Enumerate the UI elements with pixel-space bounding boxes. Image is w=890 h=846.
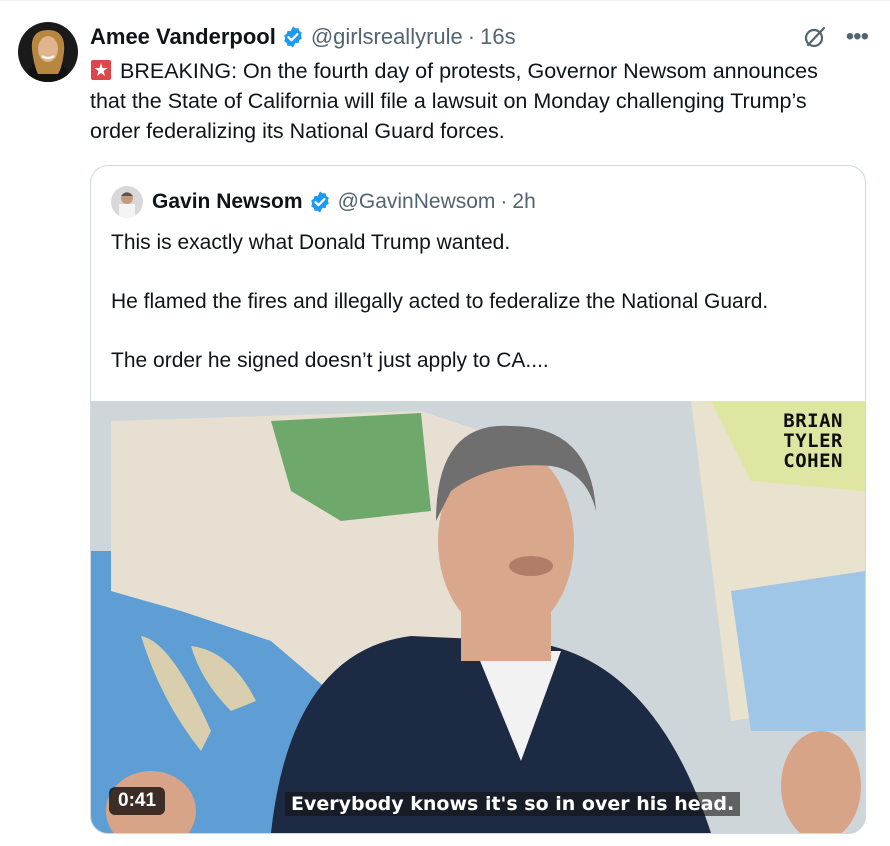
- video-duration-badge: 0:41: [109, 787, 166, 815]
- more-icon[interactable]: •••: [846, 22, 869, 52]
- watermark-line: COHEN: [783, 450, 843, 472]
- quoted-header-separator: ·: [500, 190, 508, 213]
- video-frame: [91, 401, 865, 833]
- quoted-paragraph: The order he signed doesn’t just apply t…: [111, 349, 549, 372]
- quoted-paragraph: This is exactly what Donald Trump wanted…: [111, 231, 511, 254]
- tweet-header: Amee Vanderpool @girlsreallyrule · 16s: [90, 22, 516, 52]
- quoted-tweet-card[interactable]: Gavin Newsom @GavinNewsom · 2h This is e…: [90, 165, 866, 834]
- quoted-author-name: Gavin Newsom: [152, 190, 303, 213]
- quoted-paragraph: He flamed the fires and illegally acted …: [111, 290, 769, 313]
- header-separator: ·: [467, 24, 476, 49]
- author-handle[interactable]: @girlsreallyrule: [311, 24, 463, 50]
- watermark-line: BRIAN: [783, 410, 843, 432]
- grok-icon[interactable]: [800, 22, 830, 52]
- quoted-tweet-text: This is exactly what Donald Trump wanted…: [111, 228, 851, 405]
- quoted-tweet-timestamp: 2h: [512, 190, 536, 213]
- tweet-actions-top: •••: [800, 22, 869, 52]
- author-name[interactable]: Amee Vanderpool: [90, 24, 276, 50]
- watermark-line: TYLER: [783, 430, 843, 452]
- tweet-timestamp[interactable]: 16s: [480, 24, 515, 50]
- quoted-verified-badge-icon: [308, 190, 332, 214]
- top-divider: [0, 0, 890, 1]
- tweet-text: BREAKING: On the fourth day of protests,…: [90, 56, 850, 146]
- video-subtitle: Everybody knows it's so in over his head…: [285, 792, 741, 816]
- author-avatar[interactable]: [18, 22, 78, 82]
- quoted-author-handle: @GavinNewsom: [337, 190, 496, 213]
- quoted-author-avatar: [111, 186, 143, 218]
- verified-badge-icon: [281, 25, 305, 49]
- quoted-tweet-header: Gavin Newsom @GavinNewsom · 2h: [111, 186, 536, 218]
- tweet-text-content: BREAKING: On the fourth day of protests,…: [90, 59, 818, 143]
- video-player[interactable]: BRIAN TYLER COHEN 0:41 Everybody knows i…: [91, 401, 865, 833]
- siren-emoji-icon: [90, 59, 112, 81]
- video-watermark: BRIAN TYLER COHEN: [783, 411, 843, 471]
